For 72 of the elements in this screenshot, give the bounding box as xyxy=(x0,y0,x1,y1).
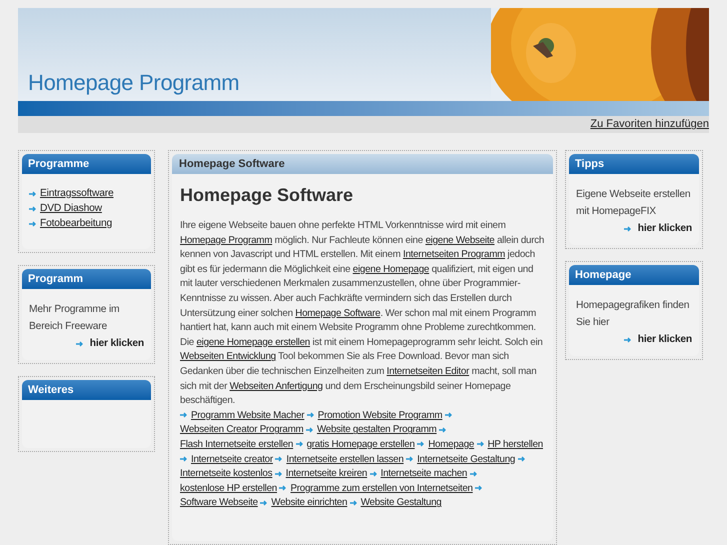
site-title: Homepage Programm xyxy=(28,69,240,97)
related-link[interactable]: Internetseite Gestaltung xyxy=(417,454,516,464)
sidebar-link[interactable]: DVD Diashow xyxy=(40,201,102,216)
arrow-icon xyxy=(180,412,188,418)
more-link[interactable]: hier klicken xyxy=(638,220,692,237)
arrow-icon xyxy=(406,456,414,462)
arrow-icon xyxy=(279,485,288,492)
related-link[interactable]: kostenlose HP erstellen xyxy=(180,482,277,494)
body-paragraph: Ihre eigene Webseite bauen ohne perfekte HTML Vorkenntnisse wird mit einem Homepage Programm möglich. Nur Fachleute können eine eigene Webseite allein durch kennen von Javascript und HTML erstellen. Mit einem Internetseiten Programm jedoch gibt es für jedermann die Möglichkeit eine eigene Homepage qualifiziert, mit eigen und mit lauter verschiedenen Merkmalen zusammenzustellen, ohne über Programmier-Kenntnisse zu wissen. Aber auch Fachkräfte vermindern sich das Erstellen durch Untersützung einer solchen Homepage Software. Wer schon mal mit einem Programm hantiert hat, kann auch mit einem Website Programm ohne Probleme zurechtkommen. Die eigene Homepage erstellen ist mit einem Homepageprogramm sehr leicht. Solch ein Webseiten Entwicklung Tool bekommen Sie als Free Download. Bevor man sich Gedanken über die technischen Einzelheiten zum Internetseiten Editor macht, soll man sich mit der Webseiten Anfertigung und dem Erscheinungsbild seiner Homepage beschäftigen. xyxy=(180,219,545,408)
arrow-icon xyxy=(306,412,315,418)
related-link[interactable]: Website einrichten xyxy=(271,497,348,508)
arrow-icon xyxy=(475,485,484,492)
arrow-icon xyxy=(180,456,188,462)
related-link[interactable]: Software Webseite xyxy=(180,497,258,508)
arrow-icon xyxy=(624,226,632,232)
panel-title: Weiteres xyxy=(28,382,74,398)
arrow-icon xyxy=(624,336,632,342)
related-link[interactable]: Internetseite erstellen lassen xyxy=(286,454,404,464)
arrow-icon xyxy=(370,470,378,476)
panel-title: Homepage xyxy=(575,268,632,283)
related-link[interactable]: HP herstellen xyxy=(488,438,543,450)
arrow-icon xyxy=(275,456,284,462)
text-link[interactable]: Internetseiten Editor xyxy=(386,366,470,377)
text-link[interactable]: eigene Webseite xyxy=(425,234,494,246)
related-link[interactable]: Internetseite machen xyxy=(380,468,468,480)
arrow-icon xyxy=(518,456,526,462)
arrow-icon xyxy=(444,412,453,418)
arrow-icon xyxy=(29,190,37,196)
sidebar-link[interactable]: Fotobearbeitung xyxy=(40,216,112,231)
text-link[interactable]: eigene Homepage erstellen xyxy=(196,336,310,348)
arrow-icon xyxy=(76,340,84,346)
related-link[interactable]: Webseiten Creator Programm xyxy=(180,424,304,436)
related-link[interactable]: Programm Website Macher xyxy=(191,410,304,421)
arrow-icon xyxy=(260,500,268,506)
arrow-icon xyxy=(29,220,37,226)
arrow-icon xyxy=(296,441,304,448)
panel-text: Eigene Webseite erstellen mit HomepageFIX xyxy=(576,188,692,219)
arrow-icon xyxy=(439,426,448,433)
text-link[interactable]: Homepage Software xyxy=(295,308,380,319)
panel-title: Tipps xyxy=(575,156,604,172)
related-link[interactable]: Promotion Website Programm xyxy=(318,410,442,421)
panel-text: Homepagegrafiken finden Sie hier xyxy=(576,299,690,330)
arrow-icon xyxy=(476,441,485,448)
panel-text: Mehr Programme im Bereich Freeware xyxy=(29,303,120,334)
arrow-icon xyxy=(470,470,478,476)
panel-title: Homepage Software xyxy=(179,156,285,172)
arrow-icon xyxy=(274,470,283,476)
page-heading: Homepage Software xyxy=(180,184,354,207)
related-link[interactable]: Internetseite kostenlos xyxy=(180,468,272,480)
text-link[interactable]: Internetseiten Programm xyxy=(402,249,506,260)
text-link[interactable]: Webseiten Entwicklung xyxy=(180,351,276,362)
related-link[interactable]: Internetseite creator xyxy=(191,454,273,464)
arrow-icon xyxy=(29,206,37,212)
panel-title: Programm xyxy=(28,272,84,287)
arrow-icon xyxy=(417,441,426,448)
favorites-link[interactable]: Zu Favoriten hinzufügen xyxy=(590,116,709,133)
text-link[interactable]: Webseiten Anfertigung xyxy=(230,380,323,392)
text-link[interactable]: Homepage Programm xyxy=(180,234,272,246)
related-link[interactable]: gratis Homepage erstellen xyxy=(306,438,415,450)
related-link[interactable]: Website gestalten Programm xyxy=(316,424,437,436)
related-link[interactable]: Programme zum erstellen von Internetseiten xyxy=(290,482,473,494)
arrow-icon xyxy=(306,426,314,433)
related-link[interactable]: Website Gestaltung xyxy=(360,497,442,508)
related-link[interactable]: Homepage xyxy=(428,438,474,450)
text-link[interactable]: eigene Homepage xyxy=(352,264,430,275)
sidebar-link[interactable]: Eintragssoftware xyxy=(40,186,114,201)
related-link[interactable]: Internetseite kreiren xyxy=(286,468,368,480)
more-link[interactable]: hier klicken xyxy=(638,331,692,348)
arrow-icon xyxy=(350,500,358,506)
related-link[interactable]: Flash Internetseite erstellen xyxy=(180,438,294,450)
panel-title: Programme xyxy=(28,156,90,172)
more-link[interactable]: hier klicken xyxy=(90,335,144,352)
